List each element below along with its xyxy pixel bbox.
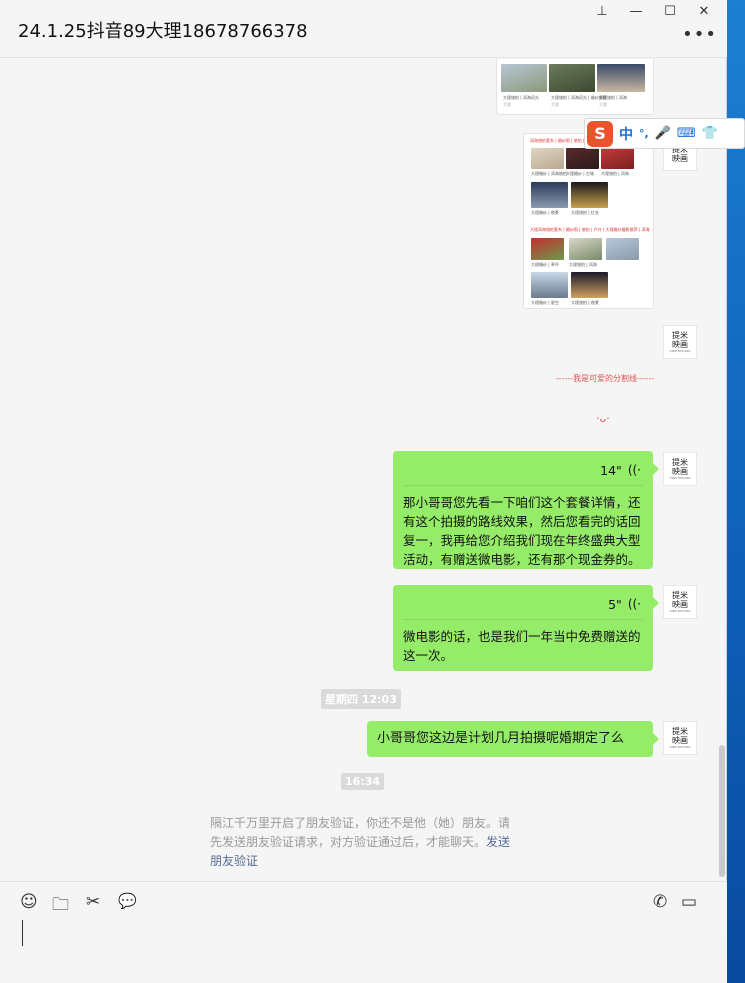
thumbnail — [569, 238, 602, 260]
pin-icon[interactable]: ⊥ — [585, 2, 619, 20]
caption: 大理旅拍 | 洱海 — [569, 262, 597, 267]
chat-window: 24.1.25抖音89大理18678766378 ⊥ — ☐ ✕ ••• 大理旅… — [0, 0, 745, 983]
thumbnail — [566, 148, 599, 169]
caption: 大理婚纱 | 草坪 — [531, 262, 559, 267]
thumbnail — [549, 64, 595, 92]
avatar[interactable]: 提米 映画 TIMI STUDIO — [663, 721, 697, 755]
maximize-icon[interactable]: ☐ — [653, 2, 687, 20]
voice-duration: 5" — [608, 597, 622, 612]
thumbnail — [501, 64, 547, 92]
voice-transcription: 那小哥哥您先看一下咱们这个套餐详情，还有这个拍摄的路线效果，然后您看完的话回复一… — [403, 495, 641, 567]
thumbnail — [571, 272, 608, 298]
avatar-text: 提米 — [672, 727, 688, 736]
avatar[interactable]: 提米 映画 TIMI STUDIO — [663, 452, 697, 486]
chat-title: 24.1.25抖音89大理18678766378 — [18, 21, 308, 42]
system-notice-text: 隔江千万里开启了朋友验证，你还不是他（她）朋友。请先发送朋友验证请求，对方验证通… — [210, 816, 511, 849]
thumbnail — [531, 148, 564, 169]
scrollbar[interactable] — [719, 745, 725, 877]
voice-wave-icon: ((· — [627, 597, 641, 611]
avatar-text: 映画 — [672, 340, 688, 349]
timestamp: 星期四 12:03 — [321, 689, 401, 709]
video-call-icon[interactable]: ▭ — [681, 892, 697, 912]
thumbnail — [531, 182, 568, 208]
system-notice: 隔江千万里开启了朋友验证，你还不是他（她）朋友。请先发送朋友验证请求，对方验证通… — [210, 814, 515, 871]
caption: 大理旅拍 | 洱海 — [599, 95, 627, 100]
caption: 大理旅拍 | 洱海风光 — [503, 95, 539, 100]
ime-mode-toggle[interactable]: 中 — [619, 124, 633, 144]
ime-punctuation-toggle[interactable]: °, — [639, 127, 649, 140]
caption: 大理洱海旅拍套系 | 婚纱照 | 旅拍 | 户外 | 大理婚纱摄影推荐 | 洱海… — [530, 227, 650, 232]
caption: 大理 — [503, 102, 511, 107]
voice-transcription: 微电影的话，也是我们一年当中免费赠送的这一次。 — [403, 629, 641, 663]
voice-duration-row[interactable]: 14" ((· — [600, 461, 641, 480]
image-message-2[interactable]: 洱海旅拍套系 | 婚纱照 | 旅拍 | 户外 | 大理洱海旅拍 | 大理婚纱摄影… — [523, 133, 654, 309]
thumbnail — [531, 238, 564, 260]
scissors-icon[interactable]: ✂ — [86, 892, 100, 912]
avatar-subtext: TIMI STUDIO — [669, 745, 691, 749]
caption: 大理婚纱 | 星空 — [531, 300, 559, 305]
avatar-subtext: TIMI STUDIO — [669, 476, 691, 480]
caption: 大理婚纱 | 古城 — [566, 171, 594, 176]
voice-wave-icon: ((· — [627, 463, 641, 477]
skin-icon[interactable]: 👕 — [702, 126, 718, 141]
voice-message[interactable]: 5" ((· 微电影的话，也是我们一年当中免费赠送的这一次。 — [393, 585, 659, 671]
avatar-text: 映画 — [672, 467, 688, 476]
thumbnail — [606, 238, 639, 260]
voice-message[interactable]: 14" ((· 那小哥哥您先看一下咱们这个套餐详情，还有这个拍摄的路线效果，然后… — [393, 451, 659, 569]
thumbnail — [531, 272, 568, 298]
keyboard-icon[interactable]: ⌨ — [677, 126, 696, 141]
caption: 大理 — [551, 102, 559, 107]
message-text: 小哥哥您这边是计划几月拍摄呢婚期定了么 — [377, 731, 625, 746]
avatar-text: 映画 — [672, 600, 688, 609]
avatar[interactable]: 提米 映画 TIMI STUDIO — [663, 585, 697, 619]
voice-duration-row[interactable]: 5" ((· — [608, 595, 641, 614]
thumbnail — [571, 182, 608, 208]
title-bar: 24.1.25抖音89大理18678766378 ⊥ — ☐ ✕ ••• — [0, 0, 727, 58]
avatar[interactable]: 提米 映画 TIMI STUDIO — [663, 325, 697, 359]
caption: 大理婚纱 | 洱海旅拍 — [531, 171, 567, 176]
divider — [403, 485, 643, 486]
caption: 大理 — [599, 102, 607, 107]
divider-symbol: ·ᴗ· — [596, 412, 610, 425]
minimize-icon[interactable]: — — [619, 2, 653, 20]
avatar-text: 映画 — [672, 736, 688, 745]
close-icon[interactable]: ✕ — [687, 2, 721, 20]
input-area[interactable]: ☺ 🗀 ✂ 💬 ✆ ▭ — [0, 881, 727, 983]
avatar-subtext: TIMI STUDIO — [669, 349, 691, 353]
message-list[interactable]: 大理旅拍 | 洱海风光 大理旅拍 | 洱海风光 | 婚纱摄影 大理旅拍 | 洱海… — [0, 59, 727, 881]
thumbnail — [601, 148, 634, 169]
more-options-icon[interactable]: ••• — [682, 24, 717, 45]
avatar-text: 提米 — [672, 331, 688, 340]
caption: 大理婚纱 | 夜景 — [531, 210, 559, 215]
text-message[interactable]: 小哥哥您这边是计划几月拍摄呢婚期定了么 — [367, 721, 659, 757]
ime-toolbar[interactable]: S 中 °, 🎤 ⌨ 👕 — [584, 118, 745, 149]
divider — [403, 619, 643, 620]
sogou-logo-icon[interactable]: S — [587, 120, 613, 147]
folder-icon[interactable]: 🗀 — [52, 892, 69, 921]
thumbnail — [597, 64, 645, 92]
microphone-icon[interactable]: 🎤 — [655, 126, 671, 141]
chat-history-icon[interactable]: 💬 — [118, 892, 137, 910]
caption: 大理旅拍 | 红衣 — [571, 210, 599, 215]
text-cursor — [22, 920, 23, 946]
avatar-text: 提米 — [672, 591, 688, 600]
divider-text: ------我是可爱的分割线------ — [555, 374, 655, 383]
caption: 大理旅拍 | 夜景 — [571, 300, 599, 305]
timestamp: 16:34 — [341, 773, 385, 790]
emoji-icon[interactable]: ☺ — [20, 892, 38, 912]
avatar-text: 映画 — [672, 154, 688, 163]
window-controls: ⊥ — ☐ ✕ — [585, 2, 721, 20]
avatar-text: 提米 — [672, 458, 688, 467]
voice-duration: 14" — [600, 463, 622, 478]
image-message-1[interactable]: 大理旅拍 | 洱海风光 大理旅拍 | 洱海风光 | 婚纱摄影 大理旅拍 | 洱海… — [496, 59, 654, 115]
avatar-subtext: TIMI STUDIO — [669, 609, 691, 613]
phone-icon[interactable]: ✆ — [653, 892, 667, 912]
caption: 大理旅拍 | 洱海 — [601, 171, 629, 176]
